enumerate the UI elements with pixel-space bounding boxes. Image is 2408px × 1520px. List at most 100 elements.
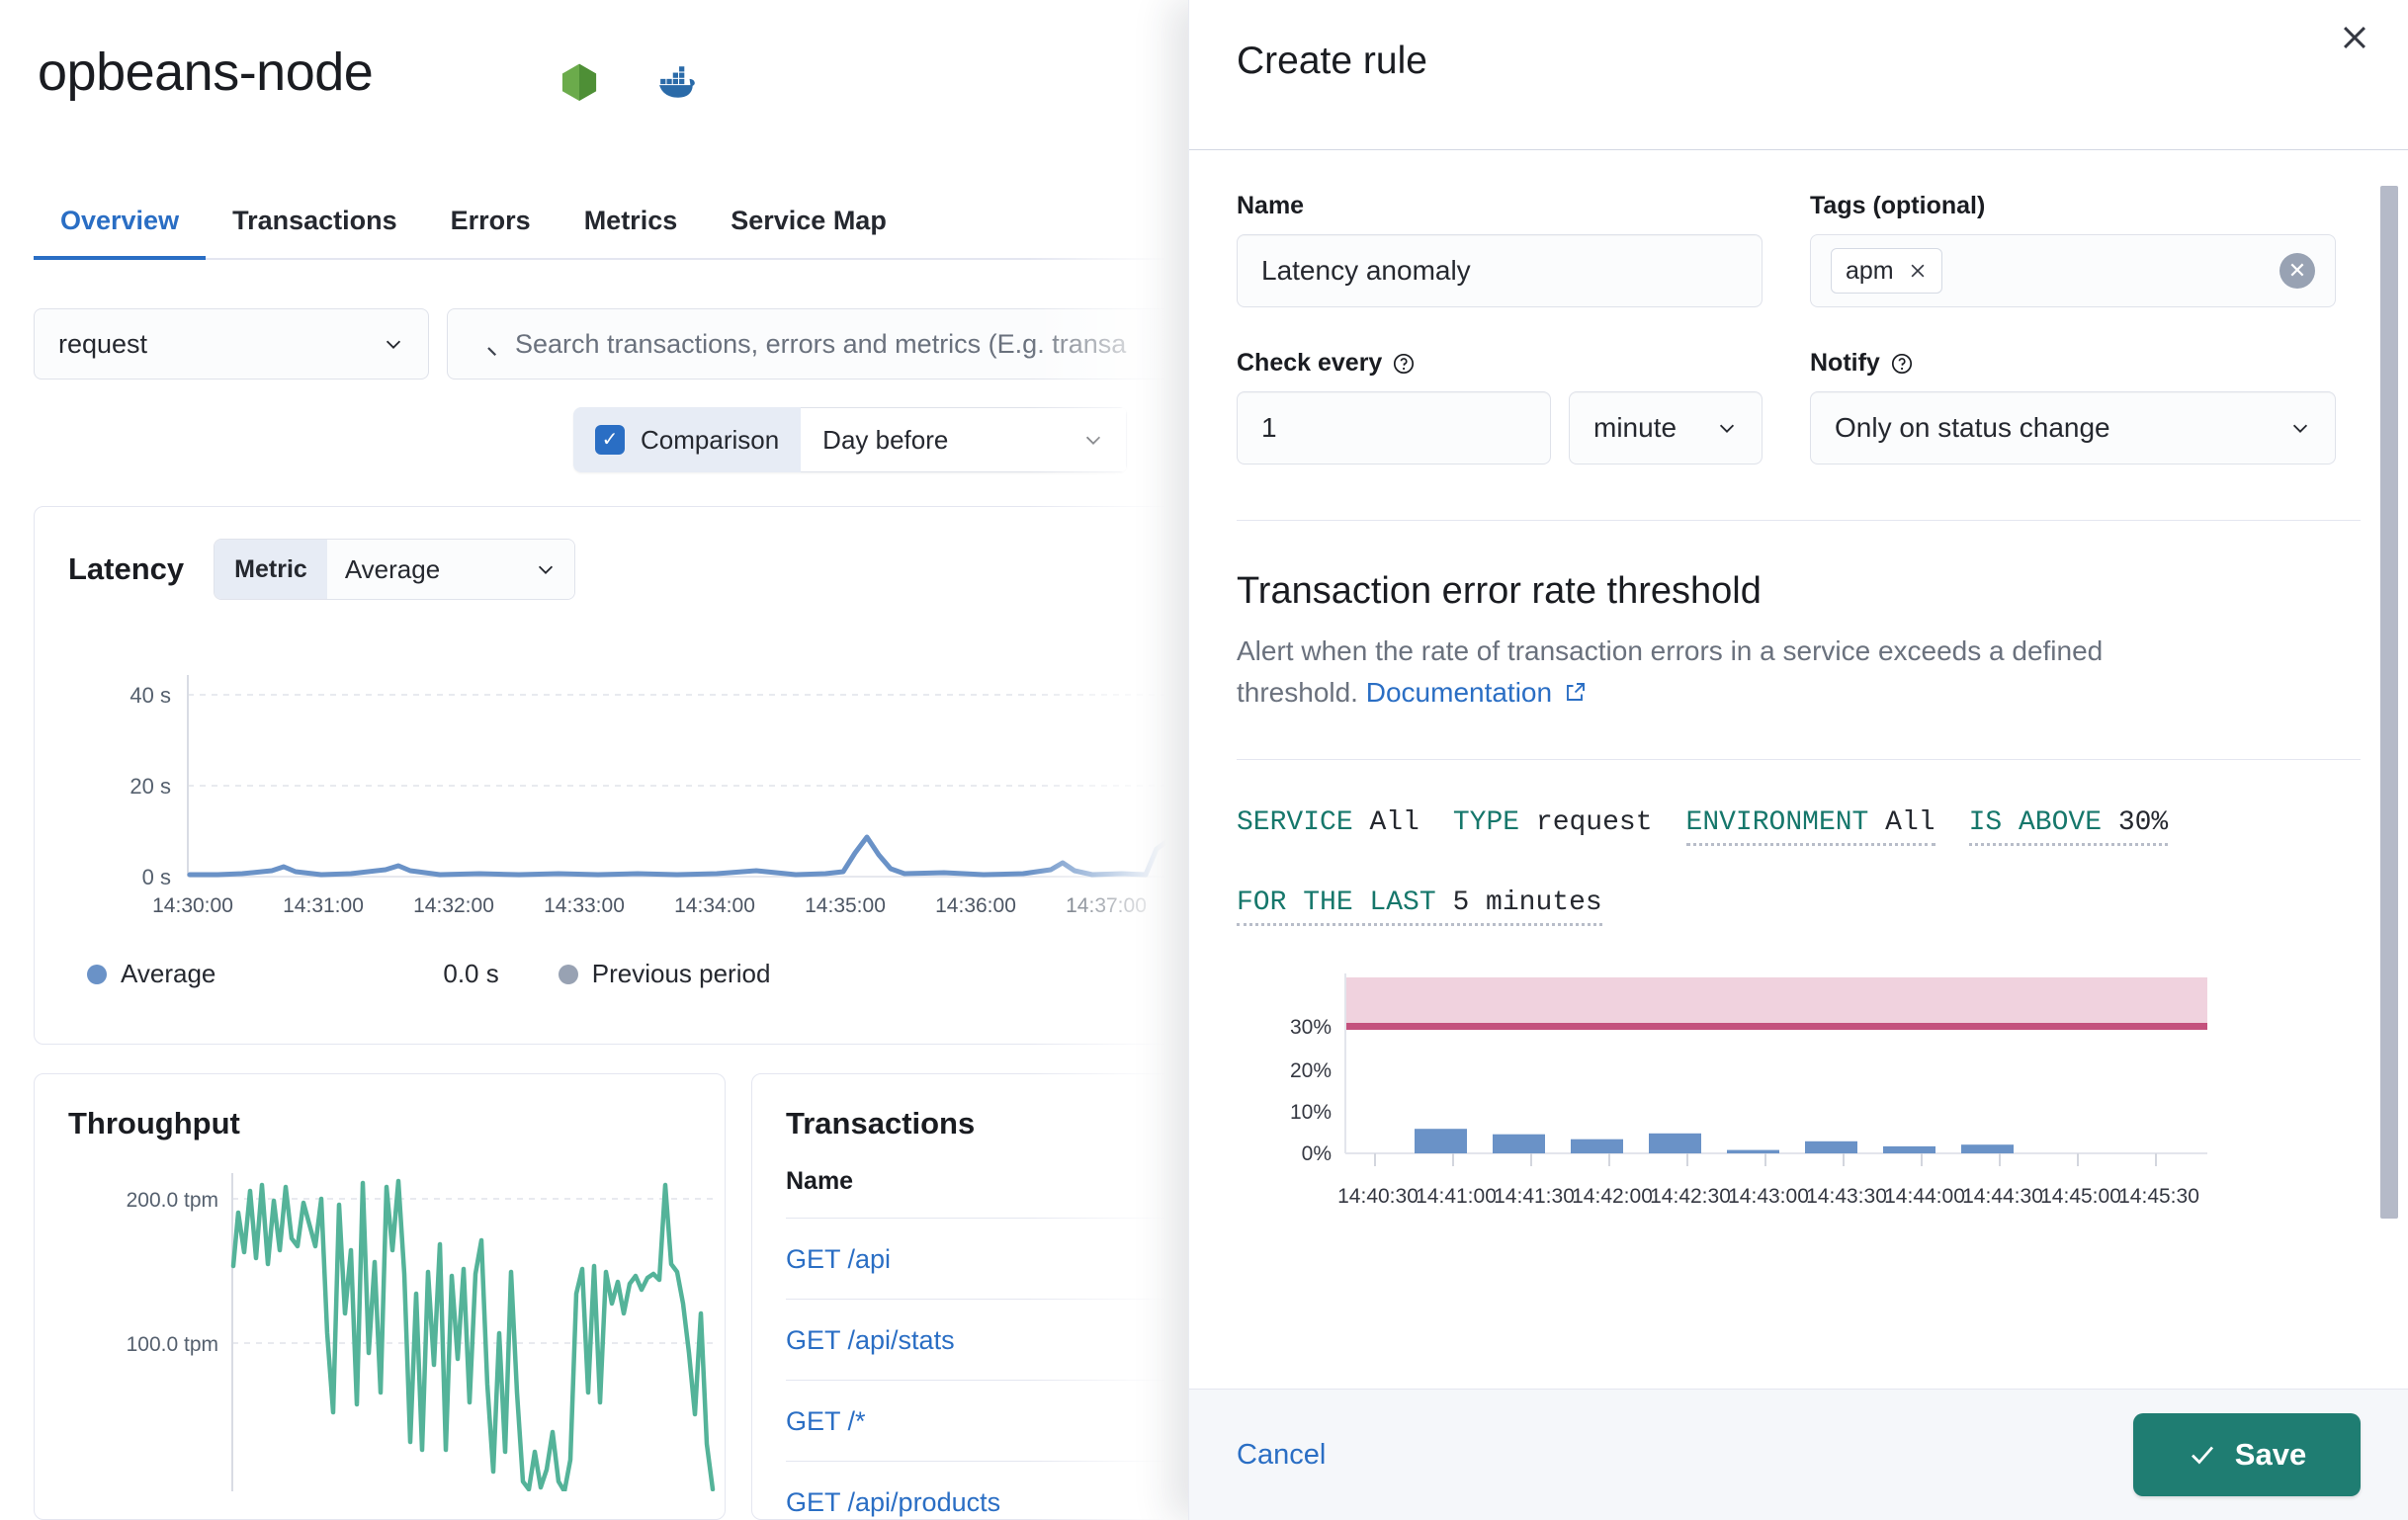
nodejs-icon	[559, 61, 600, 103]
documentation-link[interactable]: Documentation	[1366, 677, 1552, 708]
throughput-panel: Throughput 200.0 tpm 100.0 tpm	[34, 1073, 726, 1520]
legend-label-average: Average	[121, 959, 215, 989]
tag-pill[interactable]: apm	[1831, 248, 1942, 294]
tab-overview[interactable]: Overview	[34, 206, 206, 258]
legend-dot-average	[87, 965, 107, 984]
error-rate-preview-chart: 30% 20% 10% 0% 14:40:3	[1237, 966, 2215, 1224]
search-placeholder: Search transactions, errors and metrics …	[515, 329, 1126, 360]
name-input[interactable]: Latency anomaly	[1237, 234, 1763, 307]
external-link-icon[interactable]	[1564, 680, 1588, 704]
expression-line-1: SERVICE All TYPE request ENVIRONMENT All…	[1237, 807, 2361, 846]
svg-text:14:30:00: 14:30:00	[152, 894, 233, 917]
transaction-type-value: request	[58, 329, 147, 360]
svg-text:14:44:00: 14:44:00	[1884, 1185, 1965, 1208]
section-description: Alert when the rate of transaction error…	[1237, 613, 2186, 714]
svg-text:200.0 tpm: 200.0 tpm	[127, 1189, 218, 1212]
expression-environment[interactable]: ENVIRONMENT All	[1686, 807, 1935, 846]
flyout-footer: Cancel Save	[1189, 1389, 2408, 1520]
check-every-value-input[interactable]: 1	[1237, 391, 1551, 464]
svg-text:14:36:00: 14:36:00	[935, 894, 1016, 917]
chevron-down-icon	[535, 558, 557, 580]
expression-type[interactable]: TYPE request	[1453, 807, 1653, 838]
table-row[interactable]: GET /api/stats	[786, 1300, 1254, 1381]
comparison-period-value: Day before	[822, 425, 948, 456]
page-title: opbeans-node	[38, 42, 373, 103]
expression-service-value: All	[1369, 807, 1419, 838]
svg-text:14:32:00: 14:32:00	[413, 894, 494, 917]
tab-metrics[interactable]: Metrics	[558, 206, 705, 258]
close-icon[interactable]	[2329, 12, 2380, 63]
svg-text:14:42:30: 14:42:30	[1650, 1185, 1731, 1208]
expression-environment-keyword: ENVIRONMENT	[1686, 807, 1869, 838]
svg-text:14:31:00: 14:31:00	[283, 894, 364, 917]
svg-text:14:45:00: 14:45:00	[2040, 1185, 2121, 1208]
flyout-title: Create rule	[1237, 40, 1427, 83]
notify-value: Only on status change	[1835, 412, 2110, 444]
comparison-checkbox[interactable]: ✓ Comparison	[573, 407, 801, 472]
remove-tag-icon[interactable]	[1908, 261, 1928, 281]
filter-row: request Search transactions, errors and …	[34, 308, 1285, 380]
save-button[interactable]: Save	[2133, 1413, 2361, 1496]
docker-icon	[657, 61, 699, 103]
table-row[interactable]: GET /api	[786, 1219, 1254, 1300]
help-icon[interactable]	[1392, 352, 1416, 376]
table-row[interactable]: GET /*	[786, 1381, 1254, 1462]
check-every-label: Check every	[1237, 349, 1551, 378]
expression-for-the-last[interactable]: FOR THE LAST 5 minutes	[1237, 887, 1602, 926]
notify-label-text: Notify	[1810, 349, 1880, 378]
expression-is-above[interactable]: IS ABOVE 30%	[1969, 807, 2169, 846]
clear-icon[interactable]: ✕	[2279, 253, 2315, 289]
flyout-body: Name Latency anomaly Tags (optional) apm…	[1189, 150, 2408, 1389]
legend-value-average: 0.0 s	[443, 959, 498, 989]
flyout-scrollbar[interactable]	[2380, 186, 2398, 1219]
name-field-group: Name Latency anomaly	[1237, 192, 1763, 307]
svg-text:0 s: 0 s	[142, 865, 171, 889]
tab-transactions[interactable]: Transactions	[206, 206, 424, 258]
check-every-value: 1	[1261, 412, 1277, 444]
legend-label-previous: Previous period	[592, 959, 771, 989]
latency-chart: 40 s 20 s 0 s 14:30:00 14:31:00 14:32:00…	[35, 665, 1285, 922]
expression-is-above-keyword: IS ABOVE	[1969, 807, 2102, 838]
svg-text:14:45:30: 14:45:30	[2118, 1185, 2199, 1208]
name-input-value: Latency anomaly	[1261, 255, 1471, 287]
expression-service[interactable]: SERVICE All	[1237, 807, 1419, 838]
checkbox-checked-icon: ✓	[595, 425, 625, 455]
metric-label: Metric	[215, 540, 327, 599]
svg-text:14:43:30: 14:43:30	[1806, 1185, 1887, 1208]
service-tabs[interactable]: Overview Transactions Errors Metrics Ser…	[34, 183, 1285, 260]
search-input[interactable]: Search transactions, errors and metrics …	[447, 308, 1285, 380]
tags-label: Tags (optional)	[1810, 192, 2336, 220]
transaction-type-select[interactable]: request	[34, 308, 429, 380]
svg-text:14:44:30: 14:44:30	[1962, 1185, 2043, 1208]
form-row-name-tags: Name Latency anomaly Tags (optional) apm…	[1237, 150, 2361, 307]
svg-text:14:43:00: 14:43:00	[1728, 1185, 1809, 1208]
table-header-name: Name	[786, 1167, 1254, 1219]
svg-text:20 s: 20 s	[129, 774, 171, 799]
comparison-period-select[interactable]: Day before	[801, 407, 1127, 472]
tab-errors[interactable]: Errors	[424, 206, 558, 258]
metric-select[interactable]: Average	[327, 540, 574, 599]
cancel-button[interactable]: Cancel	[1237, 1439, 1326, 1472]
expression-type-keyword: TYPE	[1453, 807, 1519, 838]
search-icon	[470, 329, 499, 359]
metric-value: Average	[345, 554, 440, 585]
chevron-down-icon	[383, 333, 404, 355]
svg-text:14:41:00: 14:41:00	[1416, 1185, 1497, 1208]
help-icon[interactable]	[1890, 352, 1914, 376]
check-every-unit-select[interactable]: minute	[1569, 391, 1763, 464]
table-row[interactable]: GET /api/products	[786, 1462, 1254, 1520]
latency-metric-group[interactable]: Metric Average	[214, 539, 575, 600]
rule-expression: SERVICE All TYPE request ENVIRONMENT All…	[1237, 760, 2361, 926]
tab-service-map[interactable]: Service Map	[704, 206, 913, 258]
comparison-control[interactable]: ✓ Comparison Day before	[573, 407, 1127, 472]
svg-text:14:41:30: 14:41:30	[1494, 1185, 1575, 1208]
chevron-down-icon	[1716, 417, 1738, 439]
chevron-down-icon	[2289, 417, 2311, 439]
check-icon	[2188, 1440, 2217, 1470]
legend-dot-previous	[559, 965, 578, 984]
notify-select[interactable]: Only on status change	[1810, 391, 2336, 464]
create-rule-flyout: Create rule Name Latency anomaly Tags (o…	[1188, 0, 2408, 1520]
svg-text:14:33:00: 14:33:00	[544, 894, 625, 917]
form-row-check-notify: Check every 1 minute	[1237, 307, 2361, 464]
tags-input[interactable]: apm ✕	[1810, 234, 2336, 307]
